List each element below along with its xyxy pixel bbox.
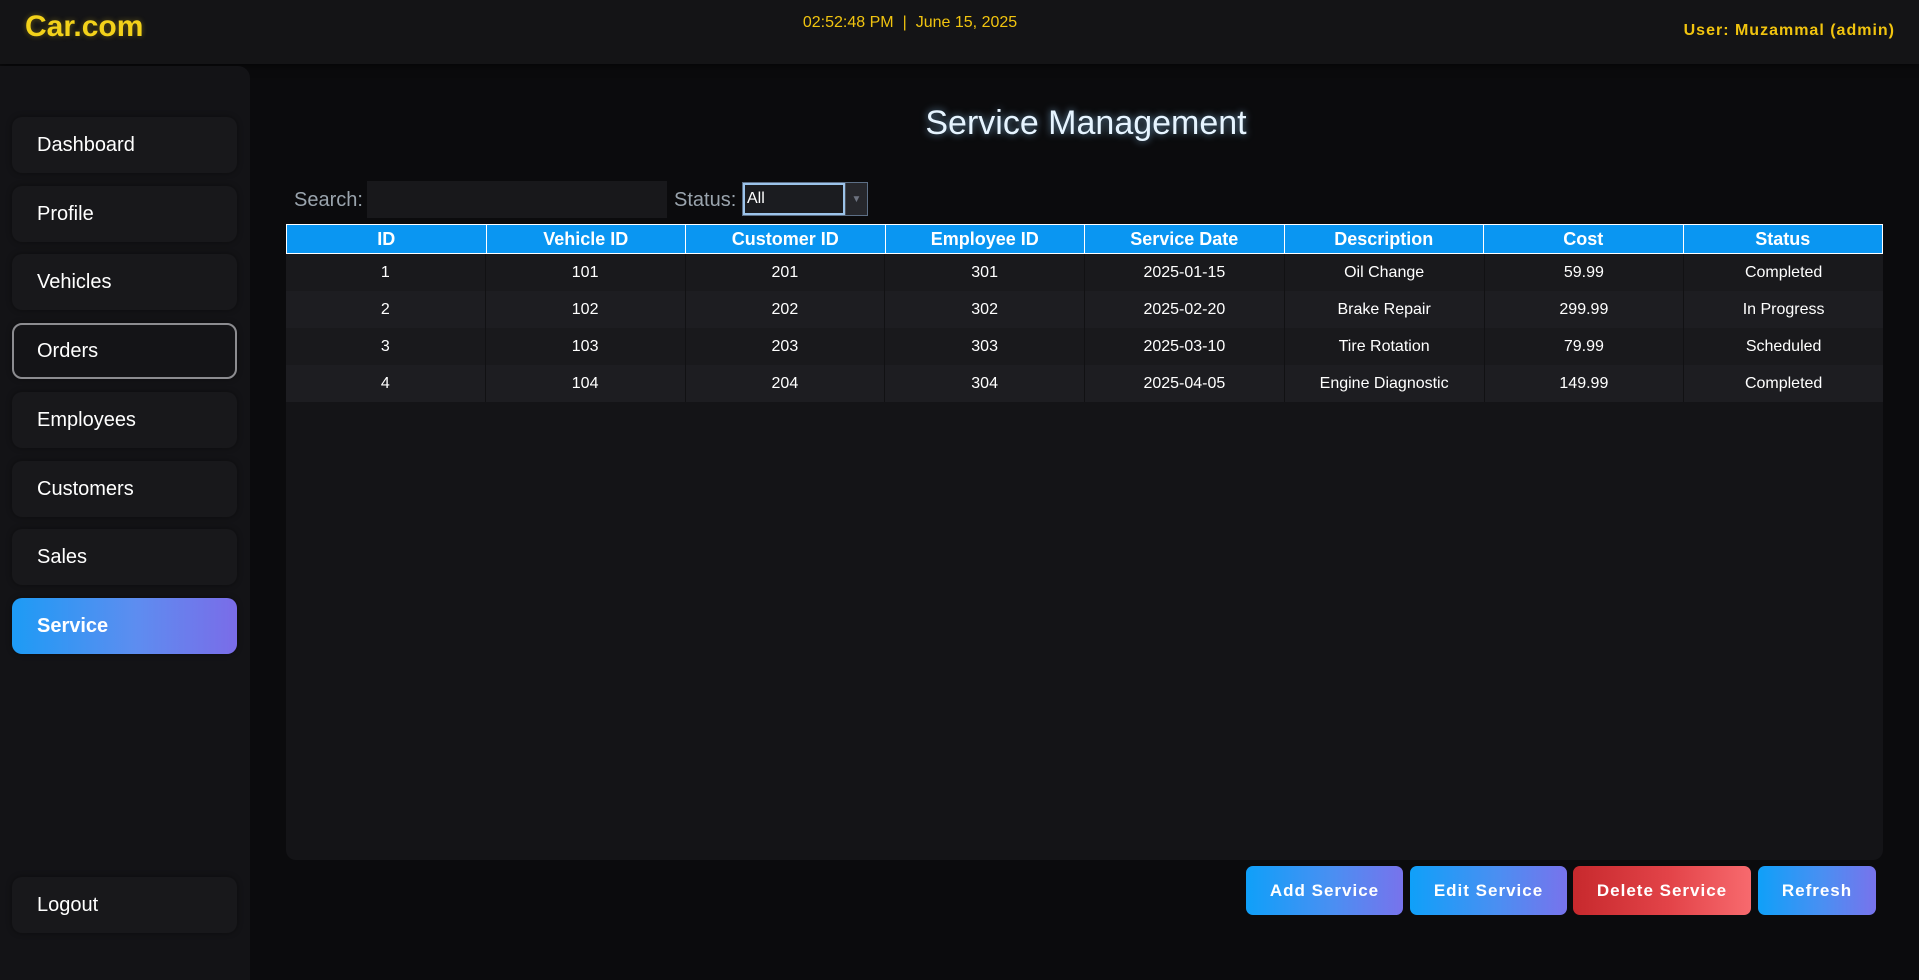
cell-description: Brake Repair xyxy=(1285,291,1485,328)
chevron-down-icon[interactable]: ▼ xyxy=(845,183,867,215)
cell-cost: 59.99 xyxy=(1485,254,1685,291)
cell-vehicle-id: 103 xyxy=(486,328,686,365)
current-user-label: User: Muzammal (admin) xyxy=(1683,22,1895,39)
cell-id: 4 xyxy=(286,365,486,402)
sidebar-item-sales[interactable]: Sales xyxy=(12,529,237,585)
column-header-vehicle-id[interactable]: Vehicle ID xyxy=(487,225,686,253)
logout-button[interactable]: Logout xyxy=(12,877,237,933)
cell-status: Scheduled xyxy=(1745,337,1822,355)
sidebar-item-customers[interactable]: Customers xyxy=(12,461,237,517)
table-row[interactable]: 1 101 201 301 2025-01-15 Oil Change 59.9… xyxy=(286,254,1883,291)
sidebar-item-orders[interactable]: Orders xyxy=(12,323,237,379)
cell-description: Tire Rotation xyxy=(1285,328,1485,365)
table-row[interactable]: 3 103 203 303 2025-03-10 Tire Rotation 7… xyxy=(286,328,1883,365)
cell-status: Completed xyxy=(1744,263,1823,281)
sidebar-item-dashboard[interactable]: Dashboard xyxy=(12,117,237,173)
refresh-button[interactable]: Refresh xyxy=(1758,866,1876,915)
column-header-description[interactable]: Description xyxy=(1285,225,1484,253)
cell-cost: 79.99 xyxy=(1485,328,1685,365)
cell-employee-id: 302 xyxy=(885,291,1085,328)
cell-service-date: 2025-04-05 xyxy=(1085,365,1285,402)
cell-employee-id: 301 xyxy=(885,254,1085,291)
page-title: Service Management xyxy=(925,104,1247,142)
sidebar-item-service[interactable]: Service xyxy=(12,598,237,654)
edit-service-button[interactable]: Edit Service xyxy=(1410,866,1567,915)
search-input[interactable] xyxy=(367,181,667,218)
top-bar: Car.com 02:52:48 PM | June 15, 2025 User: … xyxy=(0,0,1919,64)
delete-service-button[interactable]: Delete Service xyxy=(1573,866,1751,915)
cell-vehicle-id: 102 xyxy=(486,291,686,328)
add-service-button[interactable]: Add Service xyxy=(1246,866,1403,915)
cell-status: Completed xyxy=(1744,374,1823,392)
search-label: Search: xyxy=(294,189,363,211)
clock-time: 02:52:48 PM xyxy=(802,14,894,31)
cell-vehicle-id: 101 xyxy=(486,254,686,291)
cell-service-date: 2025-01-15 xyxy=(1085,254,1285,291)
cell-customer-id: 204 xyxy=(686,365,886,402)
cell-vehicle-id: 104 xyxy=(486,365,686,402)
cell-employee-id: 304 xyxy=(885,365,1085,402)
column-header-customer-id[interactable]: Customer ID xyxy=(686,225,886,253)
services-table: ID Vehicle ID Customer ID Employee ID Se… xyxy=(286,224,1883,860)
cell-employee-id: 303 xyxy=(885,328,1085,365)
sidebar-item-profile[interactable]: Profile xyxy=(12,186,237,242)
status-filter-dropdown[interactable]: All ▼ xyxy=(742,182,868,216)
table-row[interactable]: 2 102 202 302 2025-02-20 Brake Repair 29… xyxy=(286,291,1883,328)
column-header-employee-id[interactable]: Employee ID xyxy=(886,225,1085,253)
cell-status: In Progress xyxy=(1742,300,1825,318)
sidebar-item-vehicles[interactable]: Vehicles xyxy=(12,254,237,310)
cell-id: 3 xyxy=(286,328,486,365)
cell-cost: 149.99 xyxy=(1485,365,1685,402)
cell-description: Oil Change xyxy=(1285,254,1485,291)
datetime-display: 02:52:48 PM | June 15, 2025 xyxy=(0,14,1820,32)
cell-customer-id: 202 xyxy=(686,291,886,328)
status-filter-value[interactable]: All xyxy=(743,183,845,215)
cell-service-date: 2025-02-20 xyxy=(1085,291,1285,328)
cell-service-date: 2025-03-10 xyxy=(1085,328,1285,365)
cell-id: 2 xyxy=(286,291,486,328)
sidebar-item-employees[interactable]: Employees xyxy=(12,392,237,448)
column-header-status[interactable]: Status xyxy=(1684,225,1883,253)
clock-separator: | xyxy=(902,14,907,31)
column-header-service-date[interactable]: Service Date xyxy=(1085,225,1285,253)
clock-date: June 15, 2025 xyxy=(915,14,1018,31)
status-label: Status: xyxy=(674,189,737,211)
cell-description: Engine Diagnostic xyxy=(1285,365,1485,402)
cell-customer-id: 201 xyxy=(686,254,886,291)
table-header: ID Vehicle ID Customer ID Employee ID Se… xyxy=(286,224,1883,254)
table-row[interactable]: 4 104 204 304 2025-04-05 Engine Diagnost… xyxy=(286,365,1883,402)
cell-cost: 299.99 xyxy=(1485,291,1685,328)
column-header-cost[interactable]: Cost xyxy=(1484,225,1684,253)
sidebar: Dashboard Profile Vehicles Orders Employ… xyxy=(0,66,250,980)
cell-customer-id: 203 xyxy=(686,328,886,365)
column-header-id[interactable]: ID xyxy=(287,225,487,253)
cell-id: 1 xyxy=(286,254,486,291)
